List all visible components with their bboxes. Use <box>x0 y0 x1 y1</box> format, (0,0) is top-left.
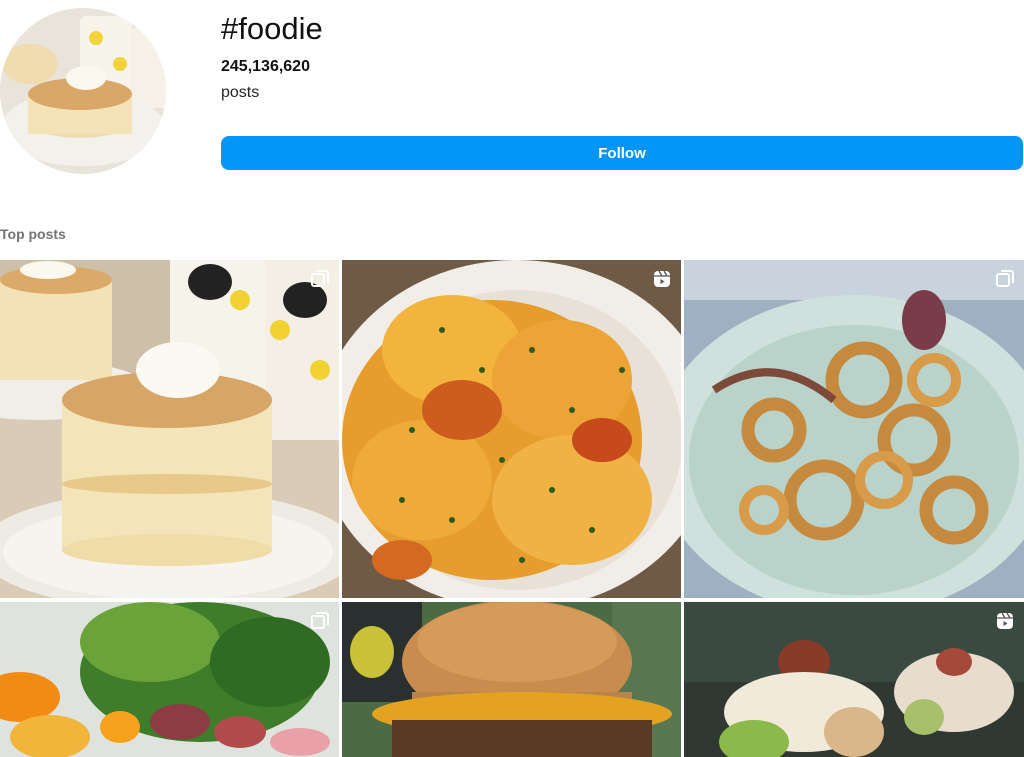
post-tile-pancakes[interactable] <box>0 260 339 598</box>
carousel-icon <box>311 270 329 288</box>
top-posts-grid <box>0 260 1024 757</box>
carousel-icon <box>996 270 1014 288</box>
potatoes-photo <box>342 260 681 598</box>
post-tile-potatoes[interactable] <box>342 260 681 598</box>
pancakes-photo <box>0 260 339 598</box>
salad-photo <box>0 602 339 757</box>
carousel-icon <box>311 612 329 630</box>
calamari-photo <box>684 260 1024 598</box>
dessert-photo <box>684 602 1024 757</box>
follow-button[interactable]: Follow <box>221 136 1023 170</box>
reel-icon <box>996 612 1014 630</box>
post-count: 245,136,620 <box>221 58 310 75</box>
burger-photo <box>342 602 681 757</box>
post-tile-dessert[interactable] <box>684 602 1024 757</box>
hashtag-avatar <box>0 8 166 174</box>
post-tile-salad[interactable] <box>0 602 339 757</box>
post-count-label: posts <box>221 84 260 101</box>
post-tile-burger[interactable] <box>342 602 681 757</box>
post-tile-calamari[interactable] <box>684 260 1024 598</box>
hashtag-title: #foodie <box>221 11 323 46</box>
top-posts-label: Top posts <box>0 226 66 242</box>
reel-icon <box>653 270 671 288</box>
